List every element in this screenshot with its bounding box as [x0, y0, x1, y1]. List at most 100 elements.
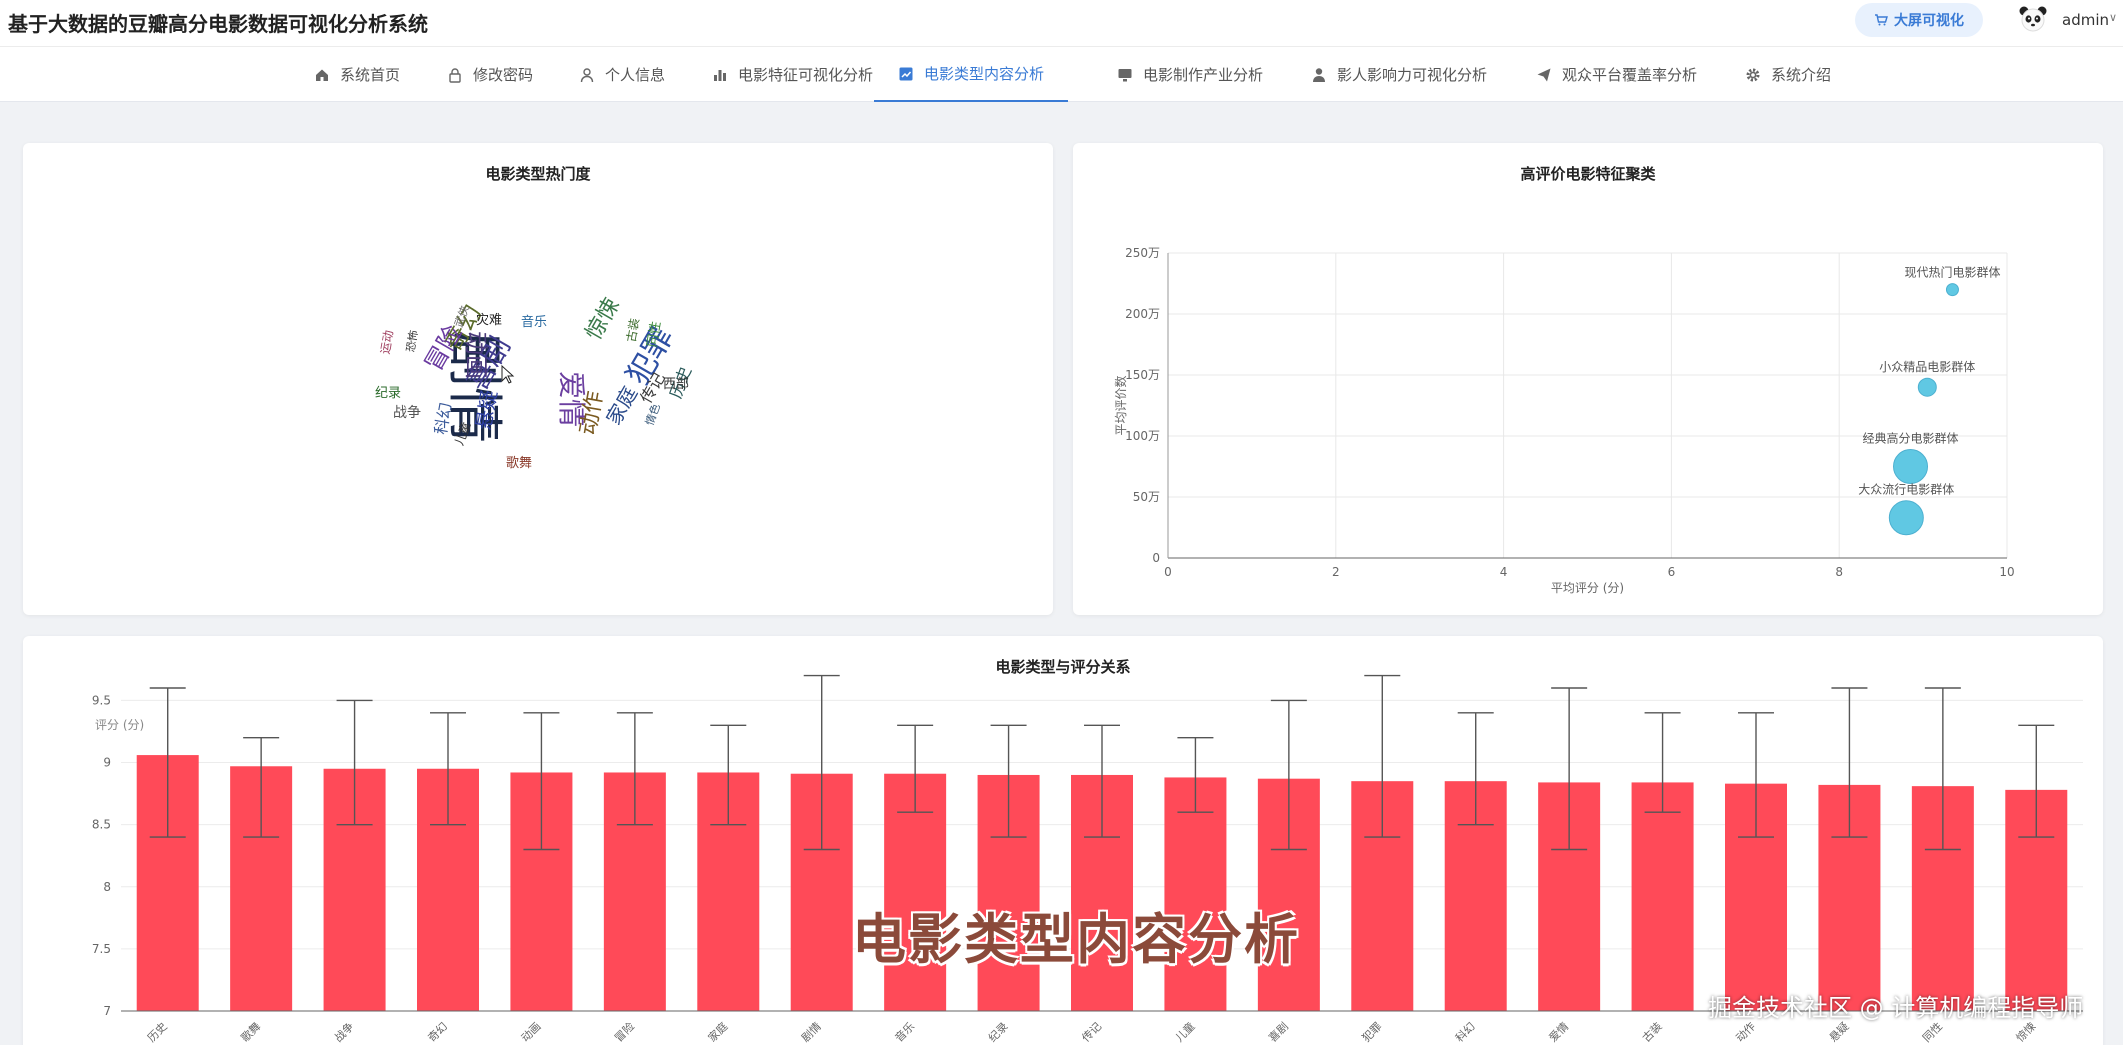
x-tick-label: 奇幻 — [425, 1020, 450, 1045]
x-tick-label: 悬疑 — [1827, 1020, 1852, 1045]
x-tick-label: 10 — [1999, 565, 2014, 579]
genre-wordcloud: 剧情 犯罪 爱情 喜剧 动画 奇幻 冒险 悬疑 动作 惊悚 家庭 传记 历史 灾难 音乐 纪录 战争 西部 同性 古装… — [23, 143, 1053, 615]
x-tick-label: 8 — [1835, 565, 1843, 579]
top-bar: 基于大数据的豆瓣高分电影数据可视化分析系统 大屏可视化 admin ∨ — [0, 0, 2123, 46]
wordcloud-word: 古装 — [624, 317, 642, 344]
nav-item-home[interactable]: 系统首页 — [314, 47, 400, 102]
cart-icon — [1875, 14, 1888, 26]
x-tick-label: 家庭 — [705, 1019, 730, 1044]
nav-item-label: 电影类型内容分析 — [924, 65, 1045, 83]
nav-item-genre-content[interactable]: 电影类型内容分析 — [874, 47, 1069, 102]
bigscreen-button[interactable]: 大屏可视化 — [1855, 3, 1983, 37]
x-tick-label: 惊悚 — [2013, 1019, 2038, 1044]
nav-item-label: 观众平台覆盖率分析 — [1562, 66, 1698, 84]
gear-icon — [1746, 68, 1760, 81]
x-tick-label: 歌舞 — [238, 1019, 263, 1044]
x-tick-label: 动作 — [1733, 1020, 1758, 1045]
user-menu-caret[interactable]: ∨ — [2109, 11, 2117, 24]
y-axis-label: 评分 (分) — [95, 718, 144, 732]
y-tick-label: 8 — [103, 880, 111, 894]
x-tick-label: 历史 — [145, 1020, 170, 1045]
nav-item-about[interactable]: 系统介绍 — [1745, 47, 1831, 102]
wordcloud-word: 音乐 — [521, 315, 548, 330]
x-tick-label: 古装 — [1640, 1020, 1665, 1045]
x-tick-label: 犯罪 — [1360, 1020, 1385, 1045]
y-tick-label: 200万 — [1125, 307, 1160, 321]
wordcloud-word: 纪录 — [375, 386, 402, 401]
x-tick-label: 爱情 — [1547, 1020, 1572, 1045]
x-tick-label: 剧情 — [799, 1020, 824, 1045]
cluster-bubble — [1917, 377, 1937, 397]
person-icon — [1313, 67, 1325, 82]
cluster-bubble — [1945, 283, 1959, 297]
wordcloud-word: 惊悚 — [581, 293, 625, 345]
mouse-cursor-icon — [501, 365, 515, 384]
lock-icon — [449, 67, 461, 83]
y-tick-label: 150万 — [1125, 368, 1160, 382]
nav-item-label: 影人影响力可视化分析 — [1337, 66, 1488, 84]
x-axis-label: 平均评分 (分) — [1551, 581, 1624, 595]
x-tick-label: 同性 — [1920, 1019, 1945, 1044]
wordcloud-word: 悬疑 — [471, 388, 502, 432]
wordcloud-word: 战争 — [393, 405, 421, 421]
x-tick-label: 4 — [1500, 565, 1508, 579]
nav-item-platform-coverage[interactable]: 观众平台覆盖率分析 — [1536, 47, 1697, 102]
nav-item-label: 电影制作产业分析 — [1143, 66, 1264, 84]
main-nav: 系统首页 修改密码 个人信息 电影特征可视化分析 电影类型内容分析 电影制作产业… — [0, 46, 2123, 102]
x-tick-label: 冒险 — [612, 1019, 637, 1044]
monitor-icon — [1118, 68, 1132, 81]
y-tick-label: 8.5 — [92, 818, 111, 832]
cluster-label: 现代热门电影群体 — [1904, 265, 2000, 280]
x-tick-label: 战争 — [331, 1019, 356, 1044]
cluster-label: 大众流行电影群体 — [1858, 483, 1954, 497]
avatar[interactable] — [2018, 4, 2048, 34]
bar-chart-icon — [714, 69, 726, 81]
x-tick-label: 喜剧 — [1266, 1020, 1291, 1045]
y-tick-label: 9 — [103, 756, 111, 770]
cluster-scatter-chart: 0 50万 100万 150万 200万 250万 0 2 4 6 8 10 平均评分 (分) 平均评价数… — [1113, 246, 2015, 595]
user-name[interactable]: admin — [2062, 11, 2109, 29]
x-tick-label: 0 — [1164, 565, 1172, 579]
x-tick-label: 音乐 — [892, 1019, 917, 1044]
y-tick-label: 0 — [1152, 551, 1160, 565]
video-overlay-title: 电影类型内容分析 — [852, 908, 1300, 971]
wordcloud-word: 运动 — [378, 329, 396, 356]
nav-item-label: 修改密码 — [473, 66, 534, 84]
wordcloud-word: 歌舞 — [506, 456, 533, 471]
bigscreen-label: 大屏可视化 — [1894, 13, 1964, 29]
y-axis-label: 平均评价数 — [1113, 375, 1128, 435]
y-tick-label: 250万 — [1125, 246, 1160, 260]
user-icon — [580, 67, 594, 82]
nav-item-change-password[interactable]: 修改密码 — [447, 47, 533, 102]
cluster-card: 高评价电影特征聚类 0 50万 100万 150万 200万 250万 0 2 4 6 8 10 平均评… — [1073, 143, 2103, 615]
nav-item-production[interactable]: 电影制作产业分析 — [1117, 47, 1263, 102]
bar — [1631, 782, 1694, 1011]
genre-rating-bar-chart: 7 7.5 8 8.5 9 9.5 评分 (分) 历史 歌舞 战争 奇幻 动画 冒险 家庭 剧情 音乐 纪录 传记… — [92, 674, 2083, 1045]
wordcloud-word: 恐怖 — [404, 329, 421, 354]
nav-item-profile[interactable]: 个人信息 — [579, 47, 665, 102]
nav-item-label: 系统介绍 — [1771, 66, 1832, 84]
y-tick-label: 50万 — [1133, 490, 1160, 504]
cluster-bubble — [1893, 449, 1929, 484]
nav-item-movie-features[interactable]: 电影特征可视化分析 — [712, 47, 873, 102]
wordcloud-word: 家庭 — [601, 382, 643, 429]
y-tick-label: 7.5 — [92, 942, 111, 956]
nav-item-influence[interactable]: 影人影响力可视化分析 — [1311, 47, 1487, 102]
watermark: 掘金技术社区 @ 计算机编程指导师 — [1708, 994, 2084, 1022]
wordcloud-word: 情色 — [643, 401, 663, 428]
wordcloud-word: 西部 — [663, 377, 690, 392]
cluster-label: 小众精品电影群体 — [1879, 360, 1975, 374]
y-tick-label: 9.5 — [92, 693, 111, 707]
x-tick-label: 儿童 — [1172, 1019, 1197, 1044]
cluster-label: 经典高分电影群体 — [1863, 431, 1959, 446]
y-tick-label: 7 — [103, 1004, 111, 1018]
x-tick-label: 6 — [1668, 565, 1676, 579]
y-tick-label: 100万 — [1125, 429, 1160, 443]
x-tick-label: 动画 — [519, 1020, 544, 1045]
x-tick-label: 传记 — [1079, 1020, 1104, 1045]
send-icon — [1537, 68, 1551, 81]
nav-item-label: 个人信息 — [605, 66, 666, 84]
app-title: 基于大数据的豆瓣高分电影数据可视化分析系统 — [8, 12, 428, 36]
home-icon — [316, 69, 328, 81]
wordcloud-word: 灾难 — [476, 313, 503, 328]
